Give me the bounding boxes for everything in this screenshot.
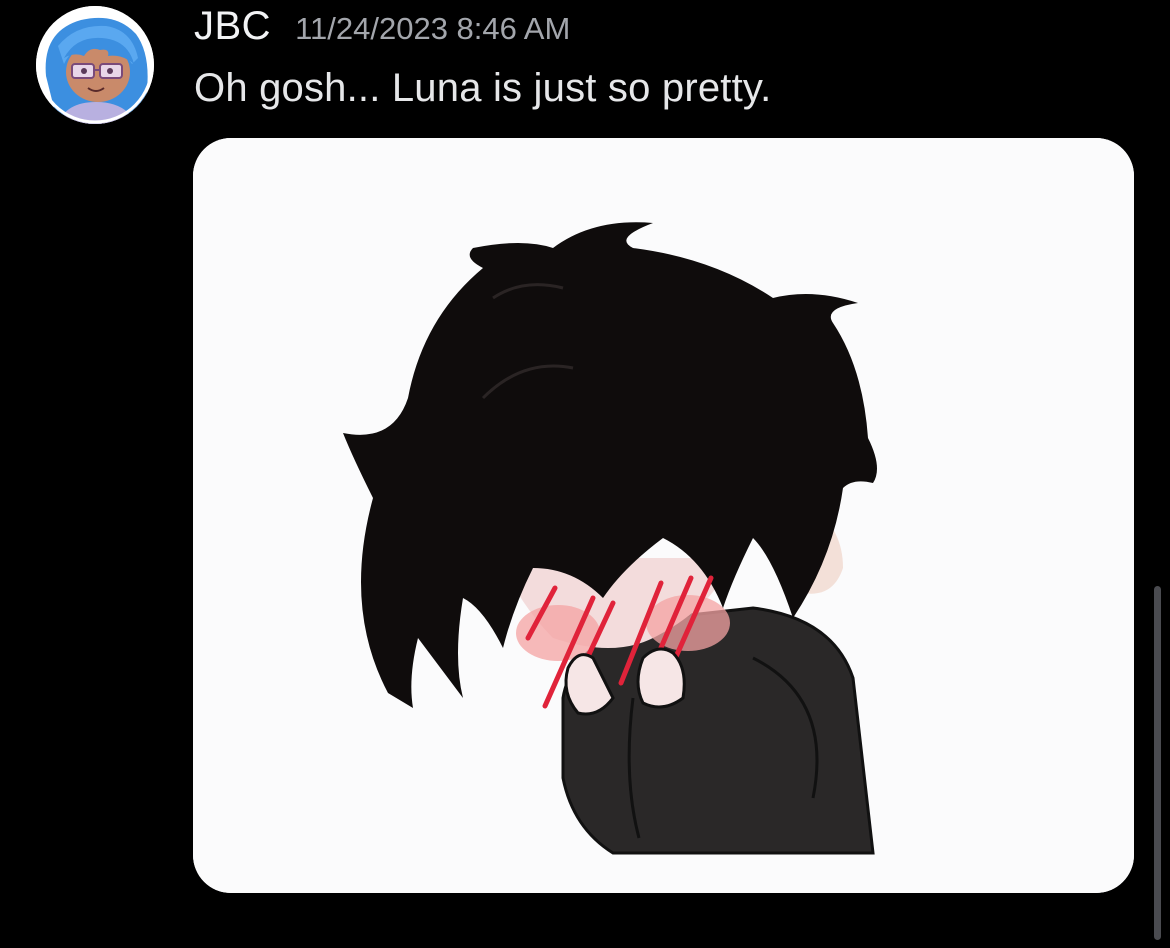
image-attachment[interactable] bbox=[193, 138, 1134, 893]
message-header: JBC 11/24/2023 8:46 AM bbox=[194, 4, 570, 54]
scrollbar[interactable] bbox=[1154, 586, 1161, 940]
user-avatar-icon bbox=[36, 6, 154, 124]
author-name[interactable]: JBC bbox=[194, 4, 271, 49]
user-avatar[interactable] bbox=[36, 6, 154, 124]
message-content: Oh gosh... Luna is just so pretty. bbox=[194, 66, 772, 110]
message-timestamp: 11/24/2023 8:46 AM bbox=[295, 11, 571, 46]
chibi-character-image bbox=[193, 138, 1134, 893]
chat-message: JBC 11/24/2023 8:46 AM Oh gosh... Luna i… bbox=[0, 0, 1170, 948]
